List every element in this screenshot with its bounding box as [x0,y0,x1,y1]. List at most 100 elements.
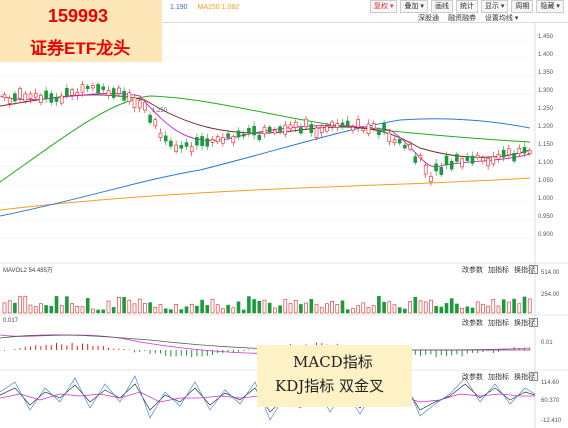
candlestick [507,144,511,159]
candlestick [210,136,215,147]
volume-bar [366,307,371,314]
volume-bar [501,299,506,314]
candlestick [340,118,345,130]
volume-panel-header: MAVOL2 54.485万 [3,268,53,274]
volume-bar [455,303,459,314]
volume-bar [413,296,418,314]
stock-code: 159993 [48,6,109,26]
volume-bar [512,298,516,314]
candlestick [413,152,418,166]
candlestick [13,91,17,105]
edit-params-button[interactable]: 改参数 [462,374,483,381]
volume-bar [127,299,132,314]
volume-bar [44,305,48,314]
volume-bar [158,304,163,314]
edit-params-button[interactable]: 改参数 [462,320,483,327]
volume-bar [65,296,69,314]
candlestick [169,137,173,150]
candlestick [423,162,428,179]
volume-bar [205,305,210,314]
volume-bar [226,304,230,314]
volume-bar [423,301,428,314]
volume-bar [148,302,152,314]
volume-bar [335,304,340,314]
candlestick [252,121,256,140]
volume-bar [397,307,402,314]
candlestick [70,87,74,101]
volume-bar [153,307,158,314]
volume-bar [465,306,470,314]
volume-bar [215,304,220,314]
volume-bar [325,303,329,314]
volume-bar [314,304,319,314]
candlestick [481,155,485,165]
volume-bar [33,306,38,314]
price-tick: 1.250 [538,106,554,112]
edit-params-button[interactable]: 改参数 [462,267,483,274]
add-indicator-button[interactable]: 加指标 [488,267,509,274]
volume-bar [189,303,194,314]
volume-bar [361,302,366,314]
stock-name: 证券ETF龙头 [30,39,131,58]
volume-bar [491,299,496,314]
close-icon[interactable]: × [529,265,538,274]
volume-bar [377,295,381,314]
candlestick [101,83,106,93]
candlestick [236,127,241,140]
candlestick [158,128,163,142]
volume-bar [288,303,293,314]
candlestick [127,89,132,106]
volume-bar [371,305,376,314]
candlestick [314,125,319,141]
volume-bar [460,307,464,314]
macd-tick: 0.01 [541,340,553,346]
candlestick [122,87,126,104]
volume-bar [39,303,43,314]
candlestick [455,152,459,165]
volume-bar [356,305,360,314]
price-tick: 0.950 [538,214,554,220]
candlestick [283,121,288,138]
close-icon[interactable]: × [529,318,538,327]
candlestick [241,130,246,140]
candlestick [512,149,516,164]
candlestick [137,97,142,113]
volume-bar [429,299,433,314]
add-indicator-button[interactable]: 加指标 [488,320,509,327]
volume-tick: 514.00 [541,270,560,276]
candlestick [475,151,480,161]
candlestick [288,121,293,133]
volume-bar [143,303,147,314]
volume-bar [345,309,350,314]
volume-bar [106,300,111,314]
volume-bar [392,304,397,314]
candlestick [278,124,282,135]
price-tick: 1.050 [538,178,554,184]
candlestick [215,134,220,145]
close-icon[interactable]: × [529,372,538,381]
volume-bar [330,300,334,314]
candlestick [44,86,48,104]
candlestick [262,124,267,139]
volume-bar [195,305,199,314]
candlestick [39,92,43,106]
candlestick [486,156,490,171]
volume-bar [283,299,288,314]
volume-bar [54,296,59,314]
volume-bar [507,301,511,314]
volume-bar [122,297,126,314]
volume-bar [210,299,215,314]
volume-bar [262,299,267,314]
price-tick: 1.150 [538,142,554,148]
candlestick [80,80,85,97]
candlestick [106,85,111,100]
volume-bar [481,303,485,314]
candlestick [221,132,225,147]
stock-badge: 159993 证券ETF龙头 [0,0,162,62]
volume-bar [163,308,168,314]
add-indicator-button[interactable]: 加指标 [488,374,509,381]
volume-bar [278,305,282,314]
candlestick [153,117,158,130]
candlestick [491,151,496,167]
candlestick [304,116,308,129]
